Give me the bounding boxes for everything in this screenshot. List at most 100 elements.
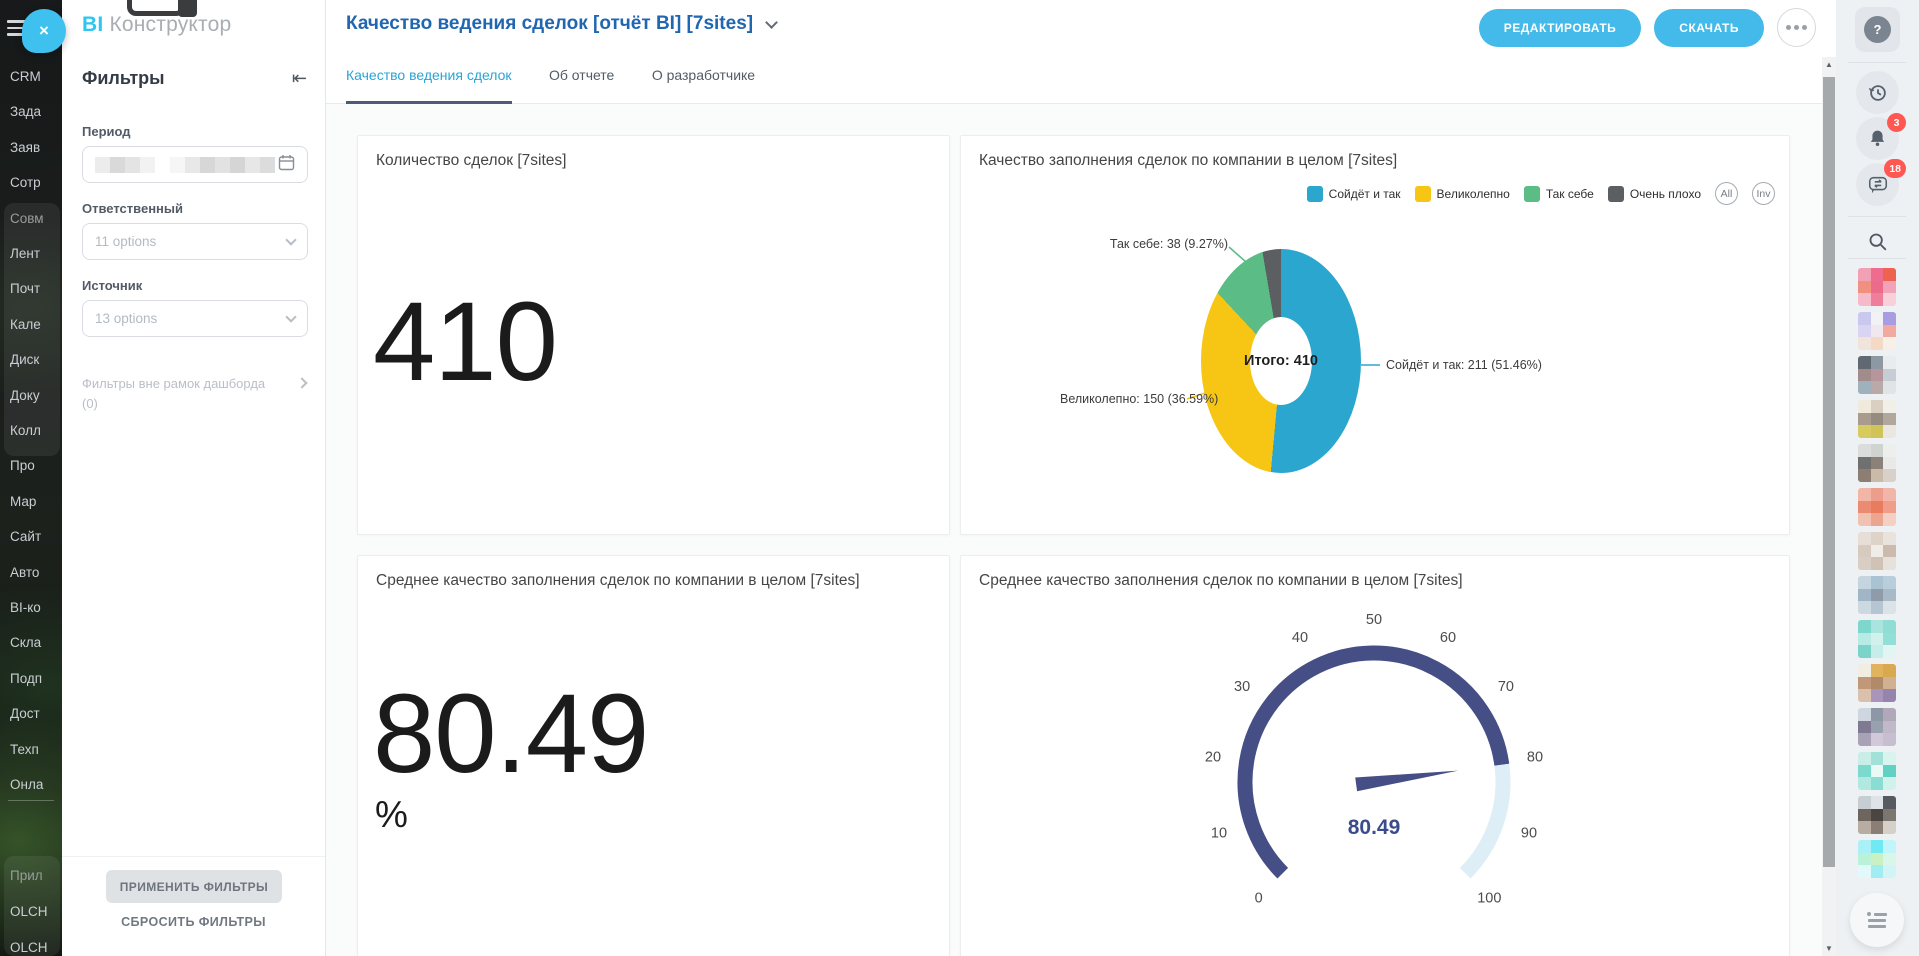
help-button[interactable]: ? (1855, 7, 1900, 52)
list-menu-button[interactable] (1850, 893, 1904, 947)
outside-filters-link[interactable]: Фильтры вне рамок дашборда (0) (82, 374, 308, 414)
main-content: Качество ведения сделок [отчёт BI] [7sit… (326, 0, 1822, 956)
filters-title: Фильтры (82, 68, 165, 89)
image-thumbnail[interactable] (1858, 752, 1896, 790)
image-thumbnail[interactable] (1858, 444, 1896, 482)
sidebar-item[interactable]: OLCH (10, 940, 62, 955)
cutoff-popup-artifact-corner (178, 0, 197, 17)
card-fill-quality-pie: Качество заполнения сделок по компании в… (960, 135, 1790, 535)
image-thumbnail[interactable] (1858, 796, 1896, 834)
rail-divider (1848, 258, 1906, 259)
legend-item[interactable]: Сойдёт и так (1307, 186, 1401, 202)
sidebar-item[interactable]: Колл (10, 423, 62, 438)
chevron-down-icon (285, 234, 296, 245)
close-panel-button[interactable]: × (22, 9, 66, 53)
image-thumbnail[interactable] (1858, 312, 1896, 350)
sidebar-item[interactable]: Авто (10, 565, 62, 580)
history-button[interactable] (1856, 71, 1899, 114)
pie-callout-label: Сойдёт и так: 211 (51.46%) (1386, 358, 1616, 372)
image-thumbnail[interactable] (1858, 840, 1896, 878)
deals-count-value: 410 (373, 286, 557, 398)
legend-item[interactable]: Так себе (1524, 186, 1594, 202)
gauge-tick-label: 90 (1521, 825, 1537, 841)
sidebar-item[interactable]: Прил (10, 868, 62, 883)
tab-about-developer[interactable]: О разработчике (652, 61, 755, 104)
scrollbar-thumb[interactable] (1823, 77, 1835, 867)
image-thumbnail[interactable] (1858, 708, 1896, 746)
sidebar-item[interactable]: Дост (10, 706, 62, 721)
edit-button[interactable]: РЕДАКТИРОВАТЬ (1479, 9, 1642, 47)
title-dropdown-chevron-icon[interactable] (765, 16, 778, 29)
collapse-panel-icon[interactable]: ⇤ (292, 68, 307, 89)
scroll-down-arrow[interactable]: ▼ (1822, 944, 1836, 953)
legend-all-button[interactable]: All (1715, 182, 1738, 205)
scroll-up-arrow[interactable]: ▲ (1822, 60, 1836, 69)
chat-button[interactable]: 18 (1856, 163, 1899, 206)
image-thumbnail[interactable] (1858, 664, 1896, 702)
rail-divider (1848, 216, 1906, 217)
logo-product: Конструктор (109, 13, 231, 36)
sidebar-item[interactable]: Лент (10, 246, 62, 261)
tab-about-report[interactable]: Об отчете (549, 61, 614, 104)
notifications-button[interactable]: 3 (1856, 117, 1899, 160)
sidebar-item[interactable]: Почт (10, 281, 62, 296)
image-thumbnail[interactable] (1858, 576, 1896, 614)
reset-filters-button[interactable]: СБРОСИТЬ ФИЛЬТРЫ (62, 915, 325, 929)
sidebar-item[interactable]: Скла (10, 635, 62, 650)
tab-quality-of-deals[interactable]: Качество ведения сделок (346, 61, 512, 104)
chevron-down-icon (285, 311, 296, 322)
sidebar-item[interactable]: Заяв (10, 140, 62, 155)
pie-callout-label: Великолепно: 150 (36.59%) (1060, 392, 1184, 406)
chat-badge: 18 (1884, 159, 1906, 178)
image-thumbnail[interactable] (1858, 268, 1896, 306)
card-title: Среднее качество заполнения сделок по ко… (376, 572, 860, 590)
image-thumbnail[interactable] (1858, 488, 1896, 526)
gauge-tick-label: 60 (1440, 630, 1456, 646)
sidebar-item[interactable]: Доку (10, 388, 62, 403)
sidebar-item[interactable]: Мар (10, 494, 62, 509)
redacted-date-value (95, 157, 278, 173)
sidebar-item[interactable]: Сайт (10, 529, 62, 544)
tabs-bar: Качество ведения сделок Об отчете О разр… (326, 61, 1822, 104)
sidebar-item[interactable]: Зада (10, 104, 62, 119)
apply-filters-button[interactable]: ПРИМЕНИТЬ ФИЛЬТРЫ (106, 870, 282, 903)
sidebar-item[interactable]: Про (10, 458, 62, 473)
download-button[interactable]: СКАЧАТЬ (1654, 9, 1764, 47)
legend-item[interactable]: Великолепно (1415, 186, 1510, 202)
sidebar-item[interactable]: Сотр (10, 175, 62, 190)
legend-item[interactable]: Очень плохо (1608, 186, 1701, 202)
legend-swatch (1608, 186, 1624, 202)
legend-swatch (1524, 186, 1540, 202)
image-thumbnail[interactable] (1858, 532, 1896, 570)
more-options-button[interactable] (1777, 8, 1816, 47)
search-icon (1867, 231, 1889, 253)
calendar-icon (278, 154, 295, 176)
sidebar-item[interactable]: Совм (10, 211, 62, 226)
filter-panel: BI Конструктор Фильтры ⇤ Период Ответств… (62, 0, 326, 956)
clock-icon (1867, 82, 1889, 104)
sidebar-item[interactable]: Кале (10, 317, 62, 332)
source-select[interactable]: 13 options (82, 300, 308, 337)
sidebar-item[interactable]: OLCH (10, 904, 62, 919)
sidebar-item[interactable]: Онла (10, 777, 62, 792)
period-date-input[interactable] (82, 146, 308, 183)
responsible-select[interactable]: 11 options (82, 223, 308, 260)
gauge-tick-label: 10 (1211, 825, 1227, 841)
sidebar-item[interactable]: Диск (10, 352, 62, 367)
left-sidebar: CRM Зада Заяв Сотр Совм Лент Почт Кале Диск Доку К… (0, 0, 62, 956)
image-thumbnail[interactable] (1858, 356, 1896, 394)
image-thumbnail[interactable] (1858, 620, 1896, 658)
sidebar-item[interactable]: CRM (10, 69, 62, 84)
sidebar-item[interactable]: Техп (10, 742, 62, 757)
image-thumbnail[interactable] (1858, 400, 1896, 438)
legend-inv-button[interactable]: Inv (1752, 182, 1775, 205)
legend-swatch (1307, 186, 1323, 202)
search-button[interactable] (1858, 222, 1898, 262)
gauge-tick-label: 100 (1477, 890, 1501, 906)
vertical-scrollbar[interactable]: ▲ ▼ (1822, 57, 1836, 956)
sidebar-item[interactable]: Подп (10, 671, 62, 686)
pie-legend: Сойдёт и так Великолепно Так себе Очень пло… (1307, 182, 1775, 205)
sidebar-item[interactable]: BI-ко (10, 600, 62, 615)
gauge-tick-label: 70 (1498, 679, 1514, 695)
card-deals-count: Количество сделок [7sites] 410 (357, 135, 950, 535)
